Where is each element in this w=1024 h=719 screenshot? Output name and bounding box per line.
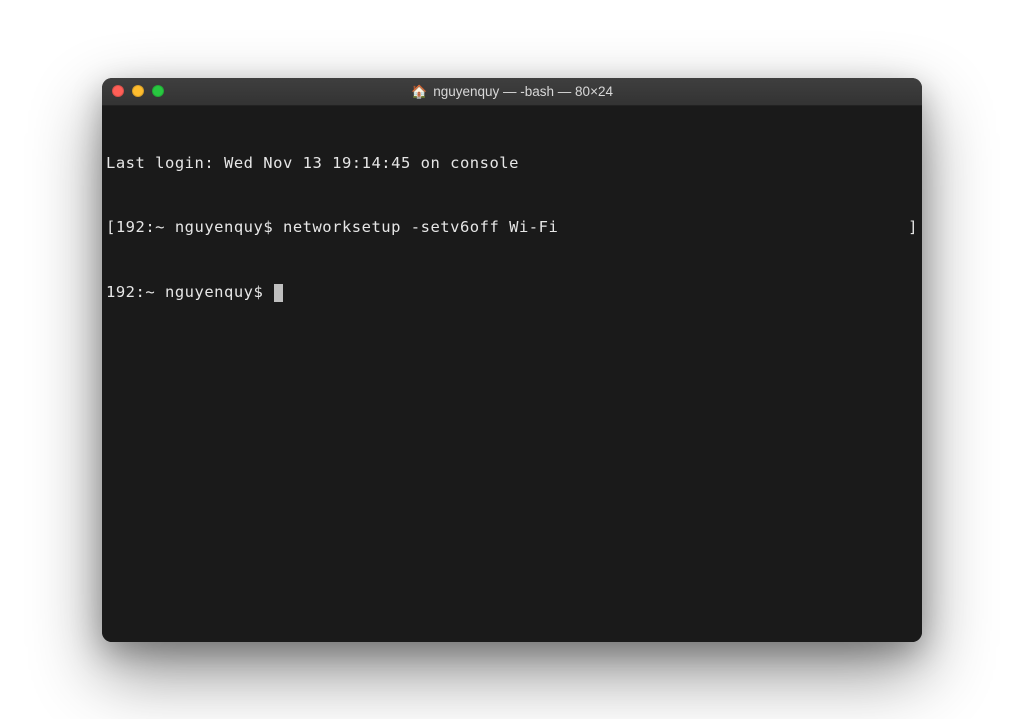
cursor bbox=[274, 284, 283, 302]
entered-command: networksetup -setv6off Wi-Fi bbox=[283, 218, 558, 236]
prompt: 192:~ nguyenquy$ bbox=[106, 283, 273, 301]
window-title-text: nguyenquy — -bash — 80×24 bbox=[433, 84, 613, 99]
home-icon: 🏠 bbox=[411, 85, 427, 98]
minimize-button[interactable] bbox=[132, 85, 144, 97]
terminal-line-prompt: 192:~ nguyenquy$ bbox=[106, 282, 918, 303]
bracket-close: ] bbox=[908, 217, 918, 238]
terminal-window: 🏠 nguyenquy — -bash — 80×24 Last login: … bbox=[102, 78, 922, 642]
prompt: 192:~ nguyenquy$ bbox=[116, 218, 283, 236]
traffic-lights bbox=[102, 85, 164, 97]
close-button[interactable] bbox=[112, 85, 124, 97]
bracket-open: [ bbox=[106, 218, 116, 236]
window-titlebar[interactable]: 🏠 nguyenquy — -bash — 80×24 bbox=[102, 78, 922, 106]
terminal-body[interactable]: Last login: Wed Nov 13 19:14:45 on conso… bbox=[102, 106, 922, 642]
zoom-button[interactable] bbox=[152, 85, 164, 97]
window-title: 🏠 nguyenquy — -bash — 80×24 bbox=[102, 84, 922, 99]
terminal-line-command: [192:~ nguyenquy$ networksetup -setv6off… bbox=[106, 217, 918, 238]
terminal-line-motd: Last login: Wed Nov 13 19:14:45 on conso… bbox=[106, 153, 918, 174]
